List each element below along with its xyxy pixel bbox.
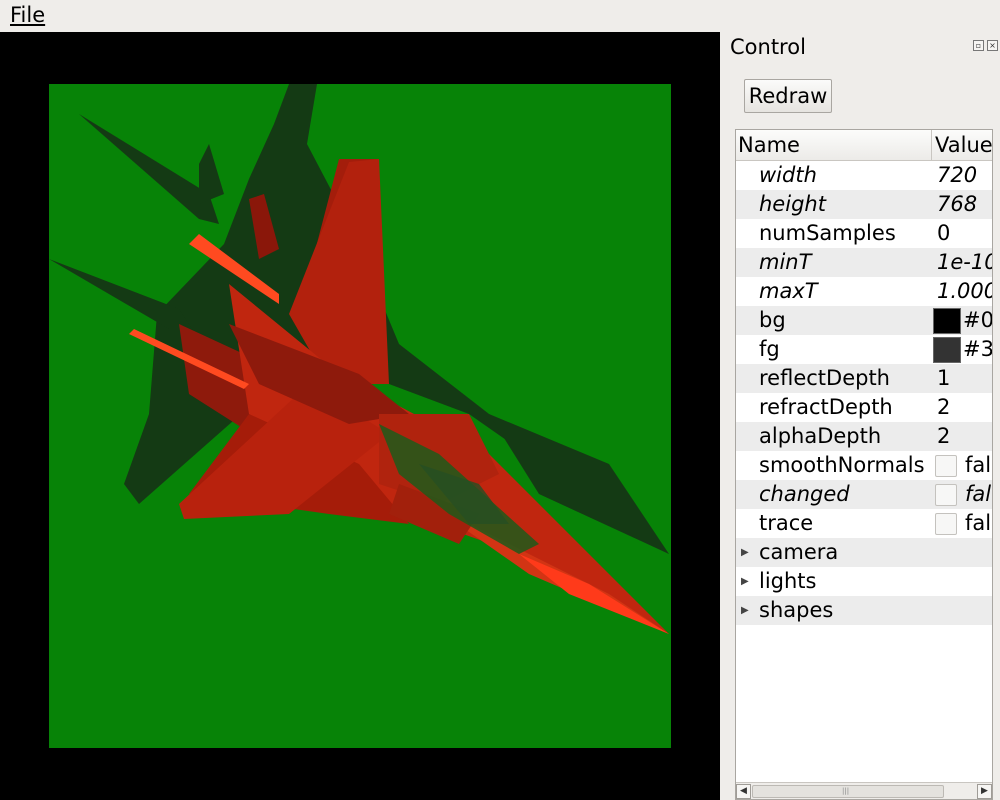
menu-bar: File bbox=[0, 0, 1000, 32]
property-value[interactable]: 1.000 bbox=[937, 277, 992, 306]
scrollbar-thumb[interactable]: ||| bbox=[752, 785, 944, 798]
expand-arrow-icon[interactable]: ▶ bbox=[741, 596, 749, 625]
checkbox-label: fal bbox=[965, 453, 992, 477]
property-row-reflectDepth[interactable]: reflectDepth 1 bbox=[736, 364, 992, 393]
column-header-name[interactable]: Name bbox=[738, 130, 932, 160]
control-panel: Control ▫ × Redraw Name Value width 720 he… bbox=[720, 32, 1000, 800]
file-menu-label: File bbox=[10, 3, 46, 27]
property-row-height[interactable]: height 768 bbox=[736, 190, 992, 219]
column-header-value[interactable]: Value bbox=[935, 130, 992, 160]
property-name: lights bbox=[759, 569, 817, 593]
horizontal-scrollbar[interactable]: ◀ ||| ▶ bbox=[736, 782, 992, 799]
property-row-smoothNormals[interactable]: smoothNormals fal bbox=[736, 451, 992, 480]
color-swatch[interactable] bbox=[933, 308, 961, 334]
property-row-numSamples[interactable]: numSamples 0 bbox=[736, 219, 992, 248]
property-row-alphaDepth[interactable]: alphaDepth 2 bbox=[736, 422, 992, 451]
property-row-changed[interactable]: changed fal bbox=[736, 480, 992, 509]
property-row-fg[interactable]: fg #3 bbox=[736, 335, 992, 364]
property-name: numSamples bbox=[759, 221, 896, 245]
jet-render bbox=[49, 84, 669, 634]
checkbox-label: fal bbox=[965, 511, 992, 535]
property-name: alphaDepth bbox=[759, 424, 882, 448]
property-row-refractDepth[interactable]: refractDepth 2 bbox=[736, 393, 992, 422]
property-value[interactable]: 768 bbox=[937, 190, 992, 219]
color-value[interactable]: #0 bbox=[963, 306, 992, 335]
panel-title: Control bbox=[730, 35, 806, 59]
property-value[interactable]: 0 bbox=[937, 219, 992, 248]
property-name: fg bbox=[759, 337, 780, 361]
grip-icon: ||| bbox=[842, 787, 850, 795]
property-row-maxT[interactable]: maxT 1.000 bbox=[736, 277, 992, 306]
expand-arrow-icon[interactable]: ▶ bbox=[741, 567, 749, 596]
property-name: height bbox=[759, 192, 826, 216]
expand-arrow-icon[interactable]: ▶ bbox=[741, 538, 749, 567]
tree-header: Name Value bbox=[736, 130, 992, 161]
tree-group-shapes[interactable]: ▶ shapes bbox=[736, 596, 992, 625]
tree-group-lights[interactable]: ▶ lights bbox=[736, 567, 992, 596]
checkbox[interactable] bbox=[935, 455, 957, 477]
property-row-width[interactable]: width 720 bbox=[736, 161, 992, 190]
property-name: maxT bbox=[759, 279, 818, 303]
property-row-trace[interactable]: trace fal bbox=[736, 509, 992, 538]
render-viewport bbox=[0, 32, 720, 800]
property-tree: Name Value width 720 height 768 numSamples 0 m… bbox=[735, 129, 993, 800]
checkbox[interactable] bbox=[935, 484, 957, 506]
tree-group-camera[interactable]: ▶ camera bbox=[736, 538, 992, 567]
jet-model bbox=[129, 159, 669, 634]
redraw-button[interactable]: Redraw bbox=[744, 79, 832, 113]
property-value[interactable]: 720 bbox=[937, 161, 992, 190]
property-value[interactable]: 2 bbox=[937, 422, 992, 451]
checkbox-label: fal bbox=[965, 482, 992, 506]
property-row-bg[interactable]: bg #0 bbox=[736, 306, 992, 335]
property-name: camera bbox=[759, 540, 839, 564]
color-value[interactable]: #3 bbox=[963, 335, 992, 364]
property-name: changed bbox=[759, 482, 850, 506]
checkbox[interactable] bbox=[935, 513, 957, 535]
property-name: smoothNormals bbox=[759, 453, 925, 477]
property-name: width bbox=[759, 163, 817, 187]
close-icon[interactable]: × bbox=[987, 40, 998, 51]
property-value[interactable]: 1 bbox=[937, 364, 992, 393]
property-name: trace bbox=[759, 511, 814, 535]
property-name: reflectDepth bbox=[759, 366, 890, 390]
property-name: minT bbox=[759, 250, 812, 274]
property-row-minT[interactable]: minT 1e-10 bbox=[736, 248, 992, 277]
property-value[interactable]: 1e-10 bbox=[937, 248, 992, 277]
property-value[interactable]: 2 bbox=[937, 393, 992, 422]
property-name: bg bbox=[759, 308, 786, 332]
property-name: refractDepth bbox=[759, 395, 893, 419]
scroll-left-icon[interactable]: ◀ bbox=[736, 784, 751, 799]
float-icon[interactable]: ▫ bbox=[973, 40, 984, 51]
rendered-image bbox=[49, 84, 671, 748]
file-menu[interactable]: File bbox=[10, 3, 45, 27]
property-name: shapes bbox=[759, 598, 834, 622]
color-swatch[interactable] bbox=[933, 337, 961, 363]
scroll-right-icon[interactable]: ▶ bbox=[977, 784, 992, 799]
